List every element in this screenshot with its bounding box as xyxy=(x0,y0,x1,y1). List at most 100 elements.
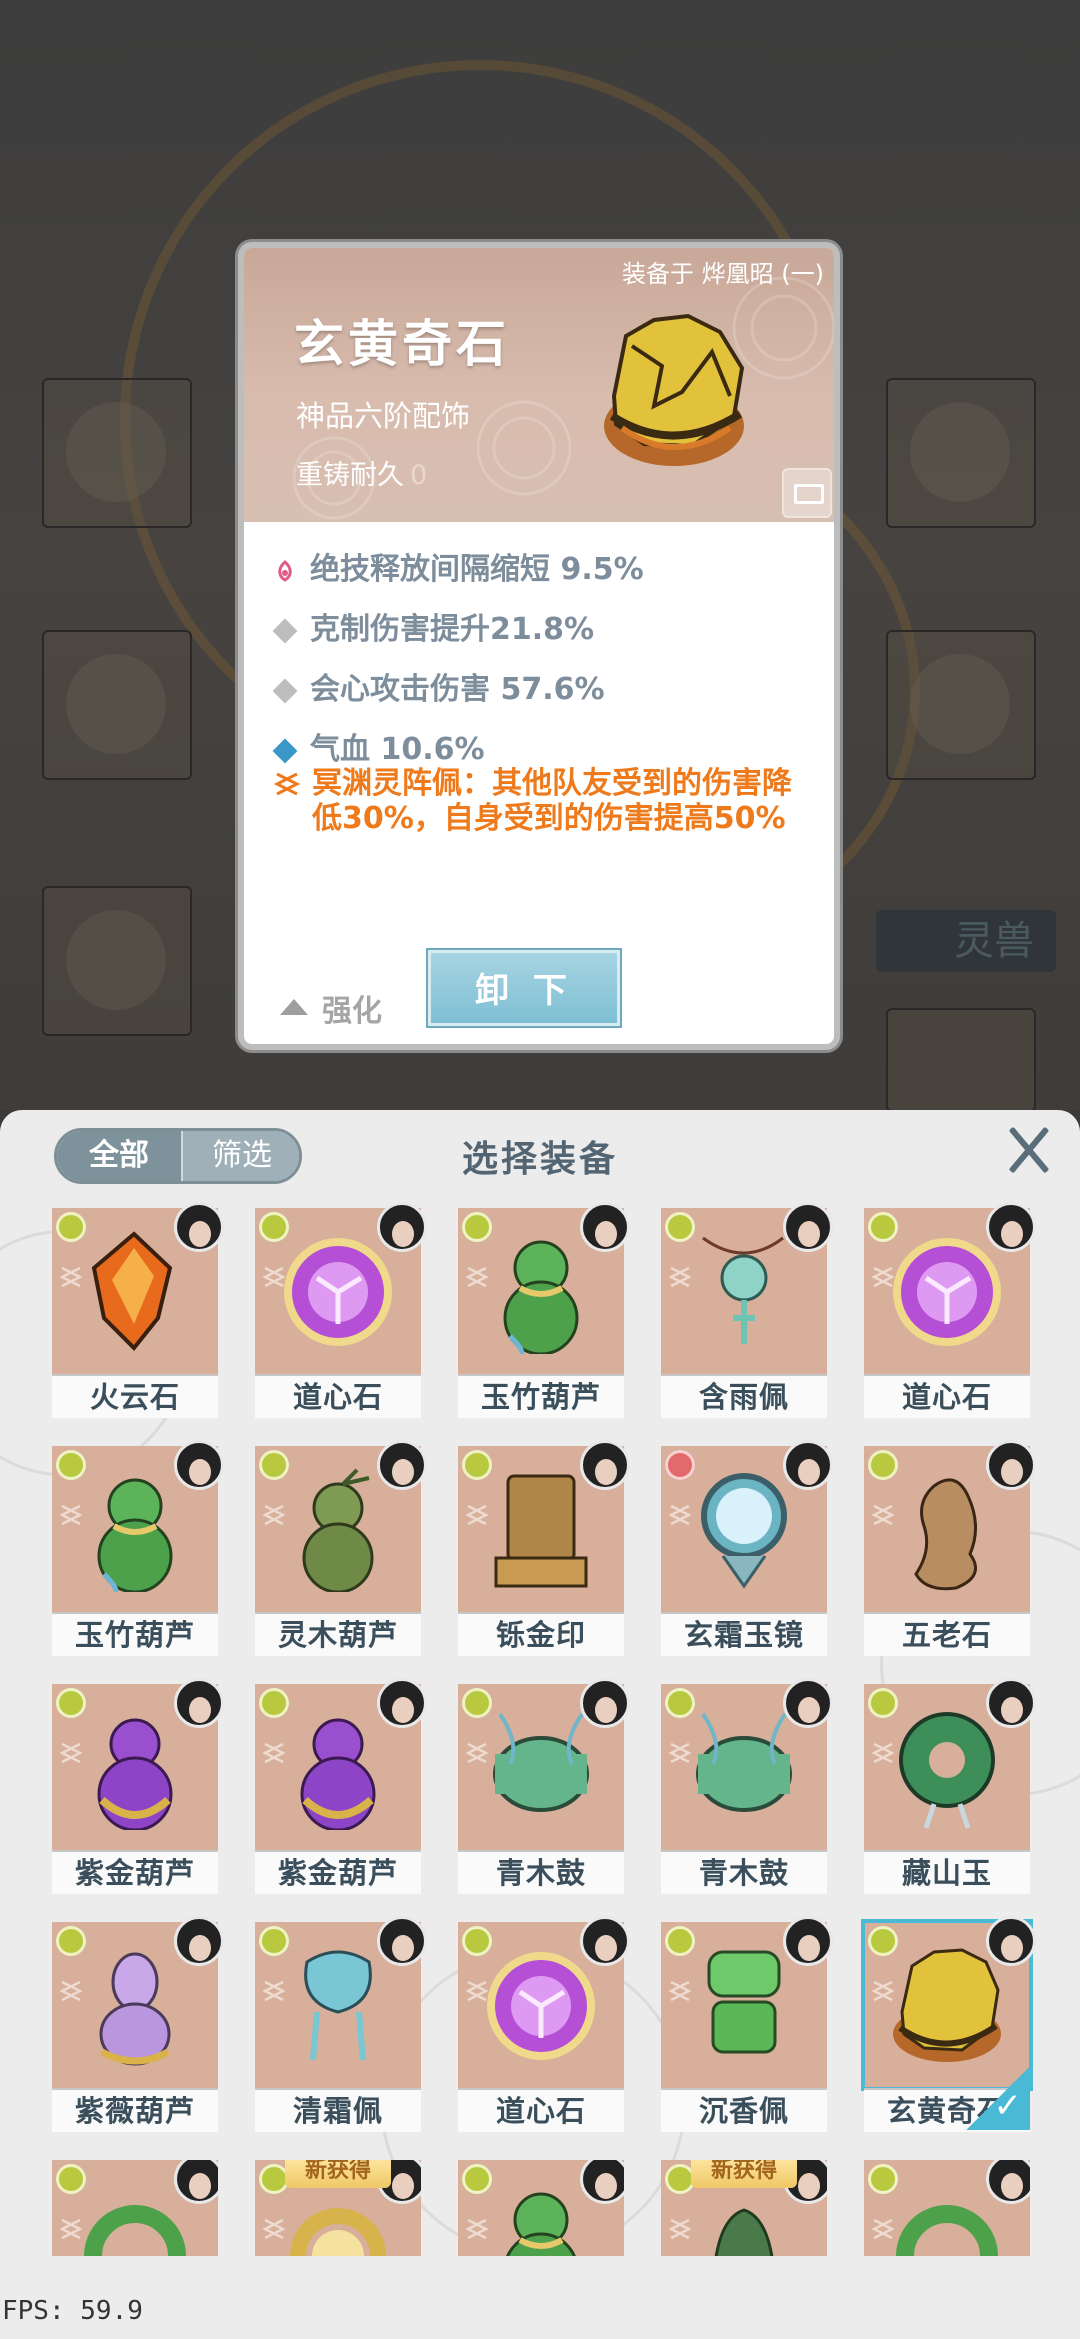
equipment-tile[interactable]: 五老石 xyxy=(864,1440,1036,1656)
equipment-detail-card: 装备于 烨凰昭 (一) 玄黄奇石 神品六阶配饰 重铸耐久 0 绝技释放间隔缩短 9… xyxy=(238,242,840,1050)
gourd-lilac-icon xyxy=(99,1952,171,2066)
seal-gold-icon xyxy=(494,1474,588,1588)
avatar xyxy=(174,1440,224,1490)
equipment-tile[interactable]: 铄金印 xyxy=(458,1440,630,1656)
set-effect-icon xyxy=(872,1980,894,2002)
unequip-button[interactable]: 卸 下 xyxy=(428,950,620,1026)
equipment-name: 含雨佩 xyxy=(661,1374,827,1418)
equipment-name: 道心石 xyxy=(458,2088,624,2132)
equipment-tile[interactable]: 紫金葫芦 xyxy=(255,1678,427,1894)
equipment-slot[interactable] xyxy=(886,630,1036,780)
avatar xyxy=(783,1440,833,1490)
gourd-purple-icon xyxy=(300,1718,376,1830)
quality-icon xyxy=(56,1688,86,1718)
equipment-slot[interactable] xyxy=(886,378,1036,528)
diamond-icon xyxy=(272,618,298,643)
avatar xyxy=(377,1678,427,1728)
detail-header: 装备于 烨凰昭 (一) 玄黄奇石 神品六阶配饰 重铸耐久 0 xyxy=(244,248,834,522)
set-effect-icon xyxy=(466,1742,488,1764)
set-effect-icon xyxy=(669,1266,691,1288)
equipment-tile[interactable]: 新获得 xyxy=(661,2160,827,2256)
close-icon[interactable] xyxy=(1004,1126,1052,1174)
equipment-name: 玉竹葫芦 xyxy=(458,1374,624,1418)
equipment-tile[interactable]: 玄黄奇石 ✓ xyxy=(861,1916,1036,2132)
equipment-tile[interactable]: 灵木葫芦 xyxy=(255,1440,427,1656)
set-effect-icon xyxy=(669,1980,691,2002)
equipment-tile[interactable]: 道心石 xyxy=(864,1202,1036,1418)
equipment-tile[interactable] xyxy=(52,2160,218,2256)
skill-icon xyxy=(278,559,292,582)
avatar xyxy=(580,1916,630,1966)
equipment-tile[interactable]: 含雨佩 xyxy=(661,1202,833,1418)
gourd-green-icon xyxy=(97,1478,173,1592)
equipment-name: 紫金葫芦 xyxy=(52,1850,218,1894)
gourd-purple-icon xyxy=(97,1718,173,1830)
equipment-tile[interactable]: 青木鼓 xyxy=(458,1678,630,1894)
equipment-name: 青木鼓 xyxy=(458,1850,624,1894)
set-effect-icon xyxy=(263,1980,285,2002)
equipment-slot[interactable] xyxy=(42,630,192,780)
pendant-blue-icon xyxy=(304,1950,372,2061)
avatar xyxy=(986,1440,1036,1490)
equipment-tile[interactable]: 清霜佩 xyxy=(255,1916,427,2132)
set-effect-icon xyxy=(669,1742,691,1764)
equipment-slot[interactable] xyxy=(886,1008,1036,1112)
avatar xyxy=(783,1916,833,1966)
avatar xyxy=(377,1440,427,1490)
fps-counter: FPS: 59.9 xyxy=(2,2296,143,2326)
drum-icon xyxy=(493,1712,589,1812)
rock-gold-icon xyxy=(893,1948,1001,2062)
equipment-tile[interactable]: 火云石 xyxy=(52,1202,224,1418)
quality-icon xyxy=(462,1450,492,1480)
quality-icon xyxy=(462,1926,492,1956)
mirror-icon xyxy=(701,1473,787,1589)
select-equipment-panel: 全部 筛选 选择装备 火云石 道心石 玉竹葫芦 含雨佩 道心石 玉竹葫芦 灵木葫芦 铄金印 玄霜… xyxy=(0,1110,1080,2339)
stat-row: 克制伤害提升21.8% xyxy=(272,604,594,648)
arrow-up-icon xyxy=(280,999,308,1015)
durability: 重铸耐久 0 xyxy=(296,460,428,491)
pendant-green-icon xyxy=(707,1950,781,2054)
equipment-tile[interactable]: 玉竹葫芦 xyxy=(52,1440,224,1656)
quality-icon xyxy=(56,1212,86,1242)
equipment-name: 紫金葫芦 xyxy=(255,1850,421,1894)
enhance-button[interactable]: 强化 xyxy=(280,986,382,1030)
equipment-tile[interactable]: 道心石 xyxy=(458,1916,630,2132)
avatar xyxy=(986,1916,1036,1966)
quality-icon xyxy=(868,1688,898,1718)
equipment-tile[interactable]: 藏山玉 xyxy=(864,1678,1036,1894)
panel-title: 选择装备 xyxy=(461,1139,618,1180)
equipment-tile[interactable] xyxy=(458,2160,624,2256)
set-effect-icon xyxy=(263,1742,285,1764)
equipment-name: 铄金印 xyxy=(458,1612,624,1656)
equipment-tile[interactable]: 玉竹葫芦 xyxy=(458,1202,630,1418)
jade-icon xyxy=(899,1712,995,1829)
equipment-tile[interactable]: 紫金葫芦 xyxy=(52,1678,224,1894)
lock-button[interactable] xyxy=(782,468,832,518)
equipment-slot[interactable] xyxy=(42,886,192,1036)
orb-purple-icon xyxy=(487,1952,595,2060)
equipment-tile[interactable]: 新获得 xyxy=(255,2160,421,2256)
avatar xyxy=(377,1916,427,1966)
quality-icon xyxy=(56,1926,86,1956)
equipment-tile[interactable]: 紫薇葫芦 xyxy=(52,1916,224,2132)
equipment-name: 五老石 xyxy=(864,1612,1030,1656)
quality-icon xyxy=(259,1926,289,1956)
equipment-tile[interactable]: 沉香佩 xyxy=(661,1916,833,2132)
avatar xyxy=(783,1202,833,1252)
pendant-teal-icon xyxy=(702,1236,784,1344)
equipment-name: 藏山玉 xyxy=(864,1850,1030,1894)
avatar xyxy=(580,1678,630,1728)
set-effect-icon xyxy=(263,1504,285,1526)
equipment-tile[interactable]: 玄霜玉镜 xyxy=(661,1440,833,1656)
gourd-olive-icon xyxy=(302,1468,374,1592)
equipment-tile[interactable]: 道心石 xyxy=(255,1202,427,1418)
equipment-name: 道心石 xyxy=(864,1374,1030,1418)
equipment-tile[interactable] xyxy=(864,2160,1030,2256)
equipment-slot[interactable] xyxy=(42,378,192,528)
new-badge: 新获得 xyxy=(285,2160,391,2188)
equipment-name: 清霜佩 xyxy=(255,2088,421,2132)
spirit-beast-tab[interactable]: 灵兽 xyxy=(876,910,1056,972)
equipment-tile[interactable]: 青木鼓 xyxy=(661,1678,833,1894)
set-effect-icon xyxy=(60,2218,82,2240)
set-effect-icon xyxy=(872,1504,894,1526)
